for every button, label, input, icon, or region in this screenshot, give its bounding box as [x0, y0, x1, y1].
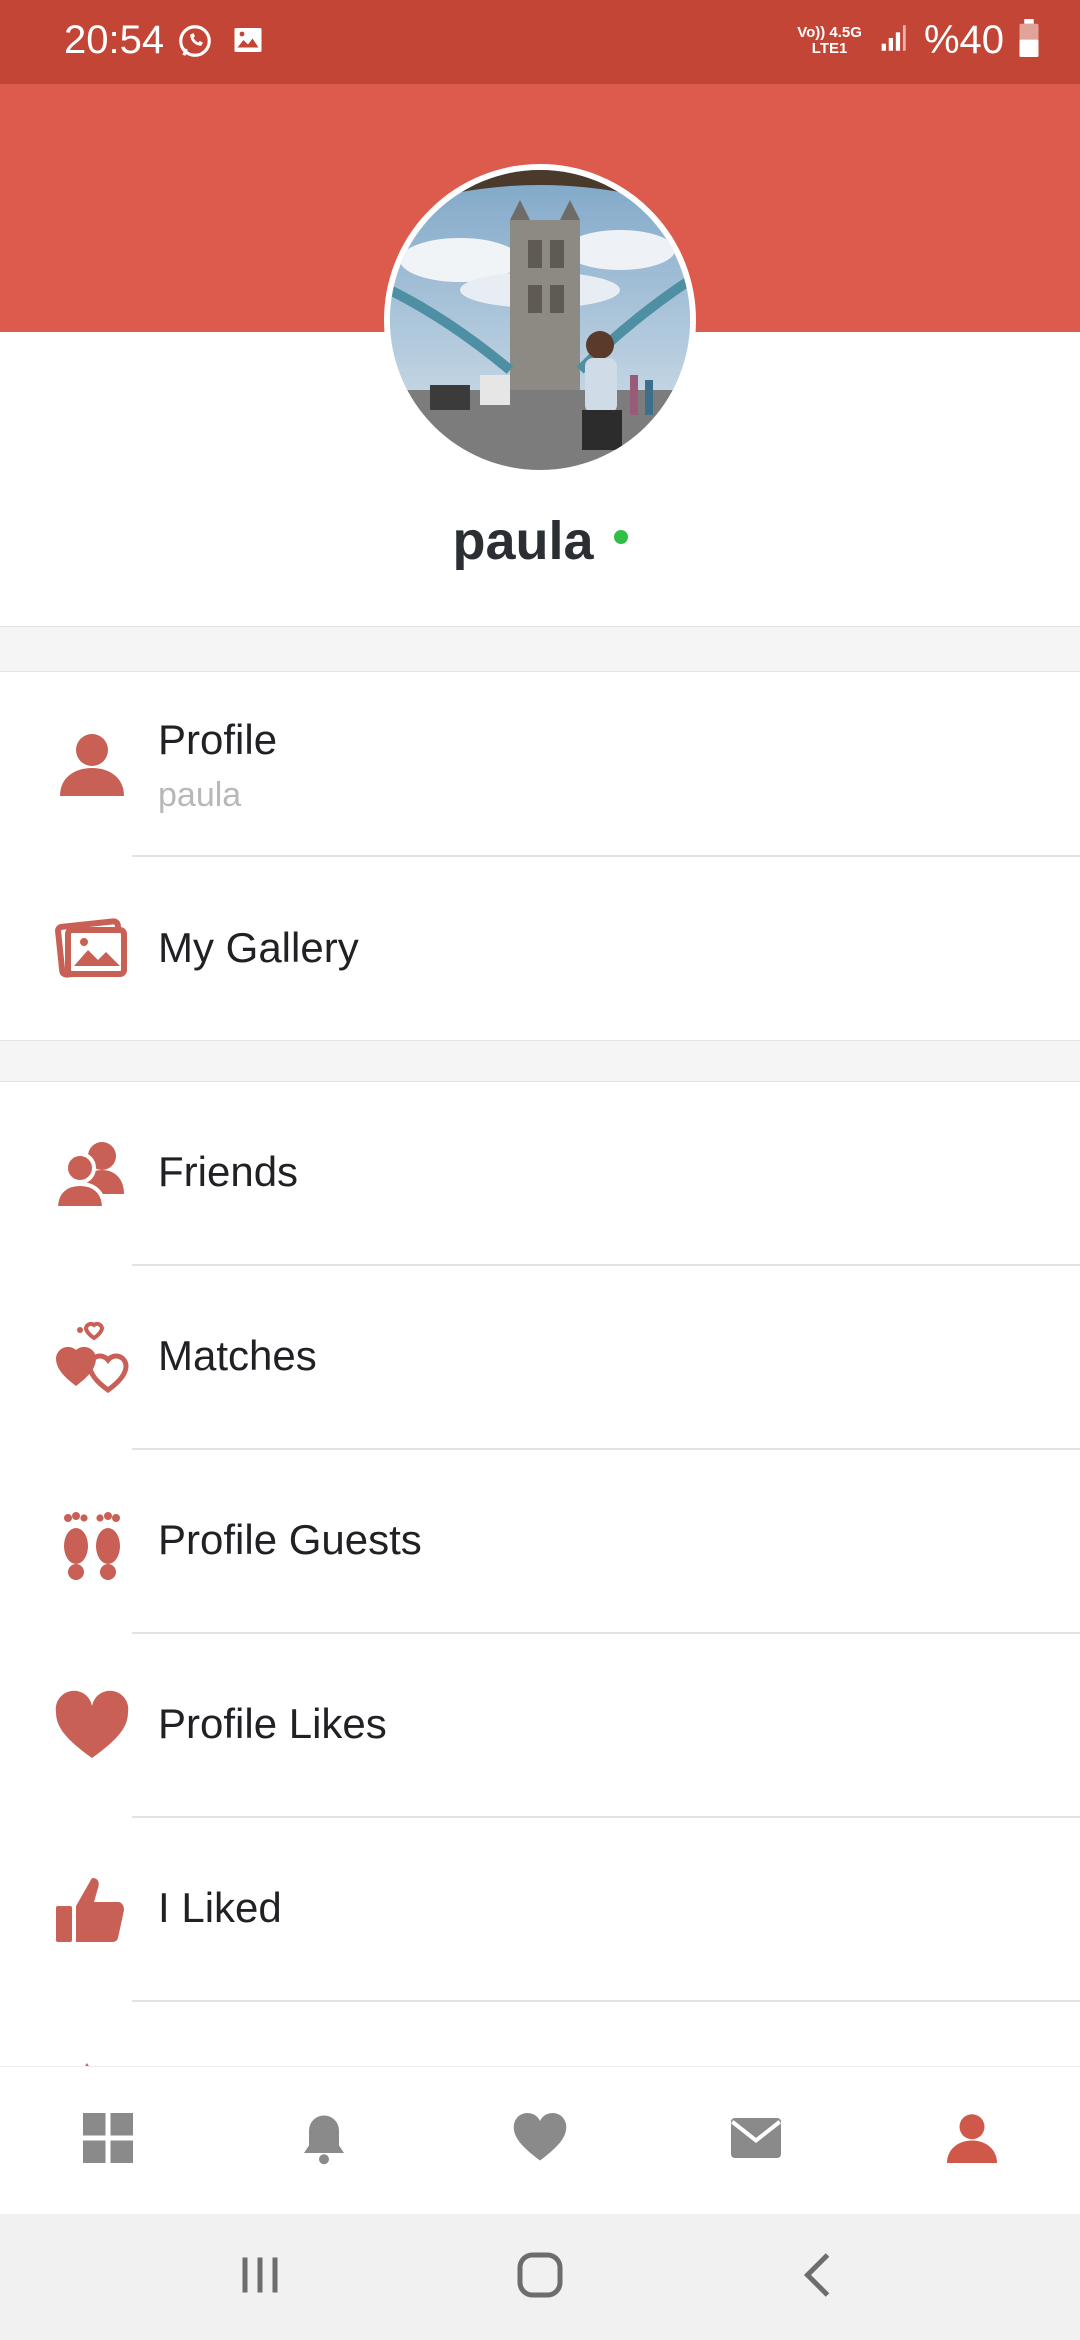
system-navigation-bar	[0, 2214, 1080, 2340]
status-time: 20:54	[64, 18, 165, 62]
menu-item-profile[interactable]: Profile paula	[0, 672, 1080, 856]
menu-item-matches[interactable]: Matches	[0, 1266, 1080, 1450]
friends-icon	[52, 1134, 132, 1214]
menu-item-profile-likes[interactable]: Profile Likes	[0, 1634, 1080, 1818]
nav-profile[interactable]	[864, 2067, 1080, 2214]
whatsapp-icon	[176, 22, 214, 65]
menu-item-profile-guests[interactable]: Profile Guests	[0, 1450, 1080, 1634]
gallery-icon	[52, 906, 132, 986]
grid-icon	[78, 2108, 138, 2173]
network-indicator: Vo)) 4.5G LTE1	[797, 23, 862, 57]
signal-icon	[876, 21, 910, 60]
nav-notifications[interactable]	[216, 2067, 432, 2214]
bell-icon	[294, 2108, 354, 2173]
online-status-dot	[613, 529, 628, 544]
avatar[interactable]	[384, 164, 696, 476]
username-row: paula	[0, 510, 1080, 572]
partial-menu-icon	[72, 2058, 102, 2071]
mail-icon	[726, 2108, 786, 2173]
nav-messages[interactable]	[648, 2067, 864, 2214]
nav-home[interactable]	[0, 2067, 216, 2214]
nav-likes[interactable]	[432, 2067, 648, 2214]
back-button[interactable]	[790, 2245, 850, 2310]
battery-percent: %40	[923, 18, 1004, 62]
divider	[132, 2000, 1080, 2002]
menu-label: Matches	[158, 1332, 317, 1379]
menu-item-i-liked[interactable]: I Liked	[0, 1818, 1080, 2002]
menu-item-my-gallery[interactable]: My Gallery	[0, 858, 1080, 1042]
bottom-navigation	[0, 2066, 1080, 2214]
menu-label: My Gallery	[158, 924, 359, 971]
person-icon	[52, 724, 132, 804]
home-button[interactable]	[510, 2245, 570, 2310]
status-bar: 20:54 Vo)) 4.5G LTE1 %40	[0, 0, 1080, 84]
menu-label: Profile	[158, 716, 278, 763]
divider	[132, 855, 1080, 857]
section-separator	[0, 1040, 1080, 1082]
menu-label: I Liked	[158, 1884, 282, 1931]
menu-item-friends[interactable]: Friends	[0, 1082, 1080, 1266]
person-icon	[942, 2108, 1002, 2173]
recent-apps-button[interactable]	[230, 2245, 290, 2310]
thumbs-up-icon	[52, 1870, 132, 1950]
heart-icon	[510, 2108, 570, 2173]
image-icon	[230, 22, 266, 65]
menu-sublabel: paula	[158, 776, 242, 814]
battery-icon	[1018, 19, 1040, 62]
matches-hearts-icon	[52, 1318, 132, 1398]
section-separator	[0, 626, 1080, 672]
menu-label: Profile Guests	[158, 1516, 422, 1563]
heart-icon	[52, 1686, 132, 1766]
menu-label: Friends	[158, 1148, 299, 1195]
footprints-icon	[52, 1502, 132, 1582]
username: paula	[452, 511, 594, 571]
menu-label: Profile Likes	[158, 1700, 387, 1747]
